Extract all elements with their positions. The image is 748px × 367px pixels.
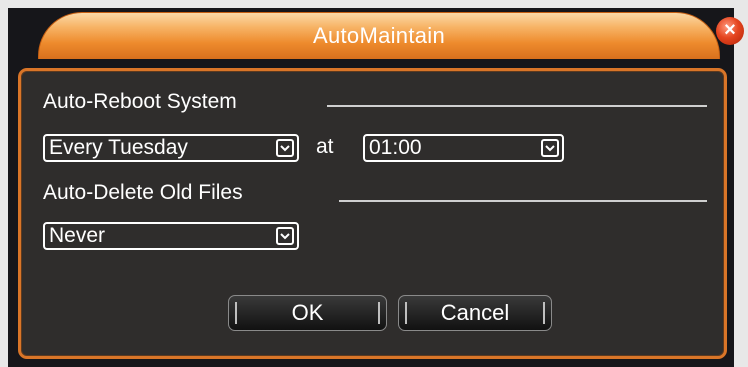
chevron-down-icon [276,139,294,157]
chevron-down-icon [276,227,294,245]
reboot-time-value: 01:00 [369,136,422,159]
delete-section-label: Auto-Delete Old Files [43,181,243,204]
delete-section-divider [339,200,707,202]
reboot-section-divider [327,105,707,107]
reboot-time-select[interactable]: 01:00 [363,134,564,162]
reboot-section-label: Auto-Reboot System [43,90,237,113]
background-strip-top [0,0,748,8]
delete-old-files-select[interactable]: Never [43,222,299,250]
chevron-down-icon [541,139,559,157]
background-strip-left [0,0,8,367]
reboot-frequency-value: Every Tuesday [49,136,188,159]
delete-old-files-value: Never [49,224,106,247]
close-icon[interactable]: × [716,17,744,45]
cancel-button[interactable]: Cancel [398,295,552,331]
title-bar[interactable]: AutoMaintain [38,12,720,59]
background-strip-right [734,0,748,367]
reboot-at-label: at [316,135,334,158]
ok-button[interactable]: OK [228,295,387,331]
reboot-frequency-select[interactable]: Every Tuesday [43,134,299,162]
dialog-window: AutoMaintain × Auto-Reboot System Every … [0,0,748,367]
dialog-title: AutoMaintain [312,23,445,48]
